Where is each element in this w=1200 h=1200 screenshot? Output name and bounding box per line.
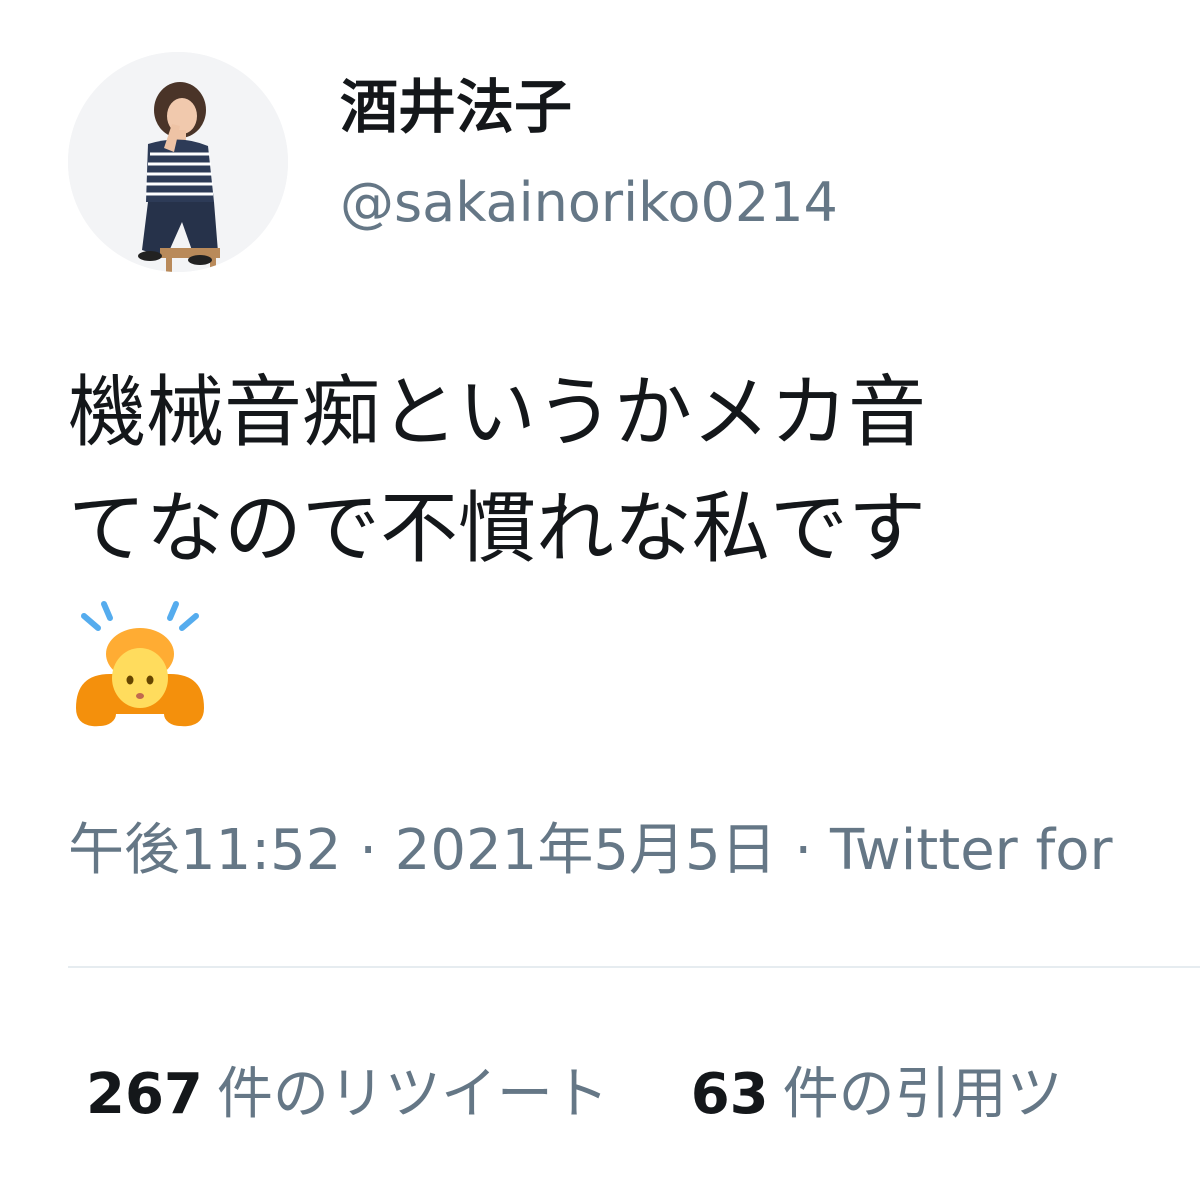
tweet-source[interactable]: Twitter for: [830, 818, 1113, 883]
tweet-time[interactable]: 午後11:52: [68, 818, 341, 883]
person-bowing-emoji-icon: [76, 601, 204, 727]
retweets-count: 267: [86, 1062, 203, 1127]
tweet-stats: 267 件のリツイート 63 件の引用ツ: [86, 1062, 1127, 1128]
meta-separator: ·: [341, 818, 395, 883]
quotes-stat[interactable]: 63 件の引用ツ: [691, 1062, 1063, 1128]
avatar-photo: [68, 52, 288, 272]
tweet-text-line: てなので不慣れな私です: [68, 484, 927, 574]
divider: [68, 966, 1200, 968]
tweet-text-line: 機械音痴というかメカ音: [68, 368, 927, 458]
tweet-text: 機械音痴というかメカ音 てなので不慣れな私です: [68, 355, 1200, 587]
quotes-count: 63: [690, 1062, 769, 1127]
meta-separator: ·: [776, 818, 830, 883]
tweet-detail: 酒井法子 @sakainoriko0214 機械音痴というかメカ音 てなので不慣…: [0, 0, 1200, 1200]
retweets-label: 件のリツイート: [216, 1062, 609, 1127]
avatar[interactable]: [68, 52, 288, 272]
tweet-metadata: 午後11:52 · 2021年5月5日 · Twitter for: [68, 818, 1112, 884]
retweets-stat[interactable]: 267 件のリツイート: [86, 1062, 609, 1128]
quotes-label: 件の引用ツ: [782, 1062, 1063, 1127]
display-name[interactable]: 酒井法子: [340, 72, 572, 142]
tweet-date[interactable]: 2021年5月5日: [395, 818, 777, 883]
user-handle[interactable]: @sakainoriko0214: [340, 170, 838, 236]
